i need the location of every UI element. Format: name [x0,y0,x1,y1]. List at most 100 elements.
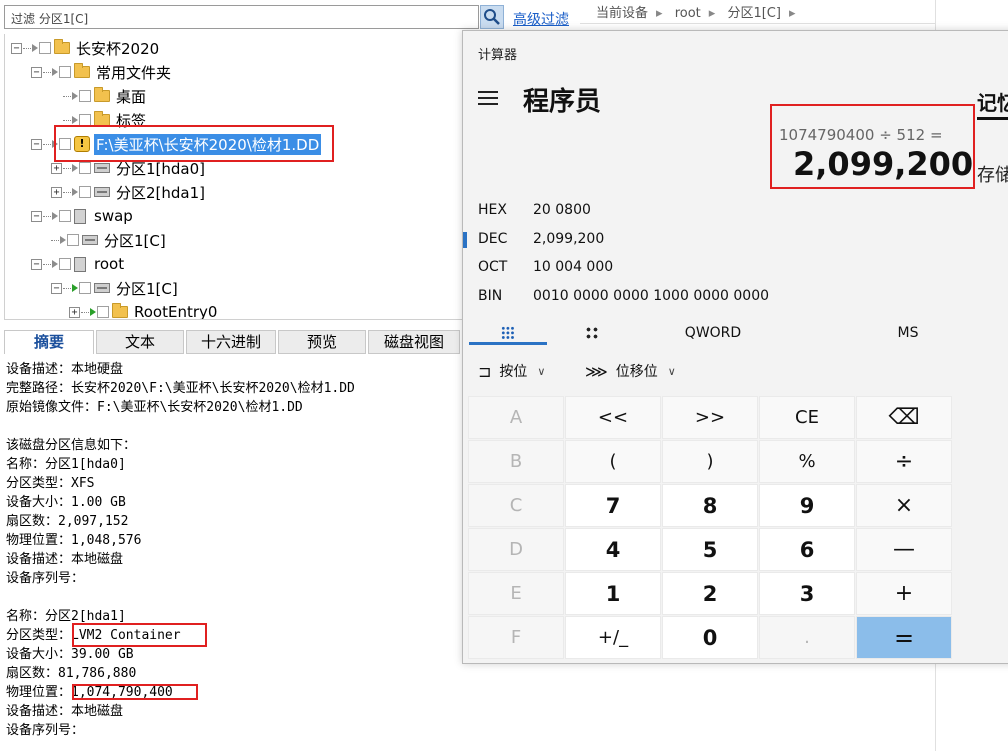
tab-preview[interactable]: 预览 [278,330,366,354]
tab-summary[interactable]: 摘要 [4,330,94,354]
tree-node[interactable]: 桌面 [63,85,146,107]
tab-hex[interactable]: 十六进制 [186,330,276,354]
tree-node[interactable]: 分区1[C] [51,229,166,251]
collapse-icon[interactable]: − [11,42,22,54]
key-4[interactable]: 4 [565,528,661,571]
key-5[interactable]: 5 [662,528,758,571]
radix-value: 0010 0000 0000 1000 0000 0000 [533,288,770,304]
memory-tab[interactable]: 记忆 [977,87,1008,116]
device-icon [74,208,86,224]
tree-node[interactable]: − 长安杯2020 [11,37,159,59]
bitwise-dropdown[interactable]: ⊐ 按位 ∨ [478,356,545,386]
radix-value: 2,099,200 [533,231,605,247]
arrow-icon [32,44,38,52]
memory-store-button[interactable]: MS [873,318,943,348]
key-0[interactable]: 0 [662,616,758,659]
key-7[interactable]: 7 [565,484,661,527]
key-hex-c[interactable]: C [468,484,564,527]
key-hex-e[interactable]: E [468,572,564,615]
key-negate[interactable]: +/_ [565,616,661,659]
checkbox[interactable] [97,306,109,318]
divider [580,23,936,24]
checkbox[interactable] [39,42,51,54]
chevron-right-icon: ▸ [788,6,796,21]
checkbox[interactable] [79,90,91,102]
collapse-icon[interactable]: − [31,210,42,222]
key-open-paren[interactable]: ( [565,440,661,483]
tree-node-label: root [94,255,125,273]
breadcrumb-item[interactable]: 当前设备 [596,6,648,21]
backspace-icon[interactable]: ⌫ [856,396,952,439]
radix-bin[interactable]: BIN 0010 0000 0000 1000 0000 0000 [478,285,769,307]
collapse-icon[interactable]: − [31,138,42,150]
bitshift-label: 位移位 [615,364,658,380]
tree-node[interactable]: − swap [31,205,133,227]
collapse-icon[interactable]: − [51,282,62,294]
key-equals[interactable]: = [856,616,952,659]
radix-key: DEC [478,231,508,247]
tab-disk-view[interactable]: 磁盘视图 [368,330,460,354]
bitshift-dropdown[interactable]: ⋙ 位移位 ∨ [585,356,676,386]
checkbox[interactable] [67,234,79,246]
tab-text[interactable]: 文本 [96,330,184,354]
key-hex-a[interactable]: A [468,396,564,439]
checkbox[interactable] [59,258,71,270]
radix-dec[interactable]: DEC 2,099,200 [478,228,604,250]
advanced-filter-link[interactable]: 高级过滤 [513,9,569,29]
radix-oct[interactable]: OCT 10 004 000 [478,256,613,278]
breadcrumb-item[interactable]: root [675,6,701,21]
radix-hex[interactable]: HEX 20 0800 [478,199,591,221]
search-button[interactable] [480,5,504,29]
expand-icon[interactable]: + [69,306,80,318]
bitwise-label: 按位 [499,364,528,380]
key-rol[interactable]: << [565,396,661,439]
expand-icon[interactable]: + [51,162,62,174]
collapse-icon[interactable]: − [31,66,42,78]
bitshift-icon: ⋙ [585,361,608,381]
word-size-button[interactable]: QWORD [663,318,763,348]
tree-node-label: 长安杯2020 [76,39,160,58]
key-hex-b[interactable]: B [468,440,564,483]
key-hex-d[interactable]: D [468,528,564,571]
collapse-icon[interactable]: − [31,258,42,270]
checkbox[interactable] [59,210,71,222]
key-divide[interactable]: ÷ [856,440,952,483]
key-6[interactable]: 6 [759,528,855,571]
key-add[interactable]: + [856,572,952,615]
checkbox[interactable] [79,282,91,294]
tree-node[interactable]: − 常用文件夹 [31,61,171,83]
key-1[interactable]: 1 [565,572,661,615]
tree-node[interactable]: − 分区1[C] [51,277,178,299]
key-close-paren[interactable]: ) [662,440,758,483]
disk-icon [82,235,98,245]
arrow-icon [72,116,78,124]
key-clear-entry[interactable]: CE [759,396,855,439]
search-icon [484,9,500,25]
arrow-icon [52,212,58,220]
key-3[interactable]: 3 [759,572,855,615]
bit-toggle-tab[interactable] [553,318,631,348]
key-modulo[interactable]: % [759,440,855,483]
calculator-window: 计算器 程序员 记忆 存储 1074790400 ÷ 512 = 2,099,2… [462,30,1008,664]
key-9[interactable]: 9 [759,484,855,527]
key-hex-f[interactable]: F [468,616,564,659]
key-8[interactable]: 8 [662,484,758,527]
tree-node[interactable]: + RootEntry0 [69,301,217,319]
arrow-icon [90,308,96,316]
filter-input[interactable]: 过滤 分区1[C] [4,5,479,29]
highlight-box [72,623,207,647]
checkbox[interactable] [79,162,91,174]
menu-icon[interactable] [478,91,498,105]
key-multiply[interactable]: × [856,484,952,527]
arrow-icon [72,164,78,172]
key-decimal[interactable]: . [759,616,855,659]
expand-icon[interactable]: + [51,186,62,198]
tree-node[interactable]: − root [31,253,124,275]
checkbox[interactable] [59,66,71,78]
key-ror[interactable]: >> [662,396,758,439]
key-subtract[interactable]: — [856,528,952,571]
key-2[interactable]: 2 [662,572,758,615]
breadcrumb-item[interactable]: 分区1[C] [727,6,781,21]
checkbox[interactable] [79,186,91,198]
tree-node[interactable]: + 分区2[hda1] [51,181,205,203]
